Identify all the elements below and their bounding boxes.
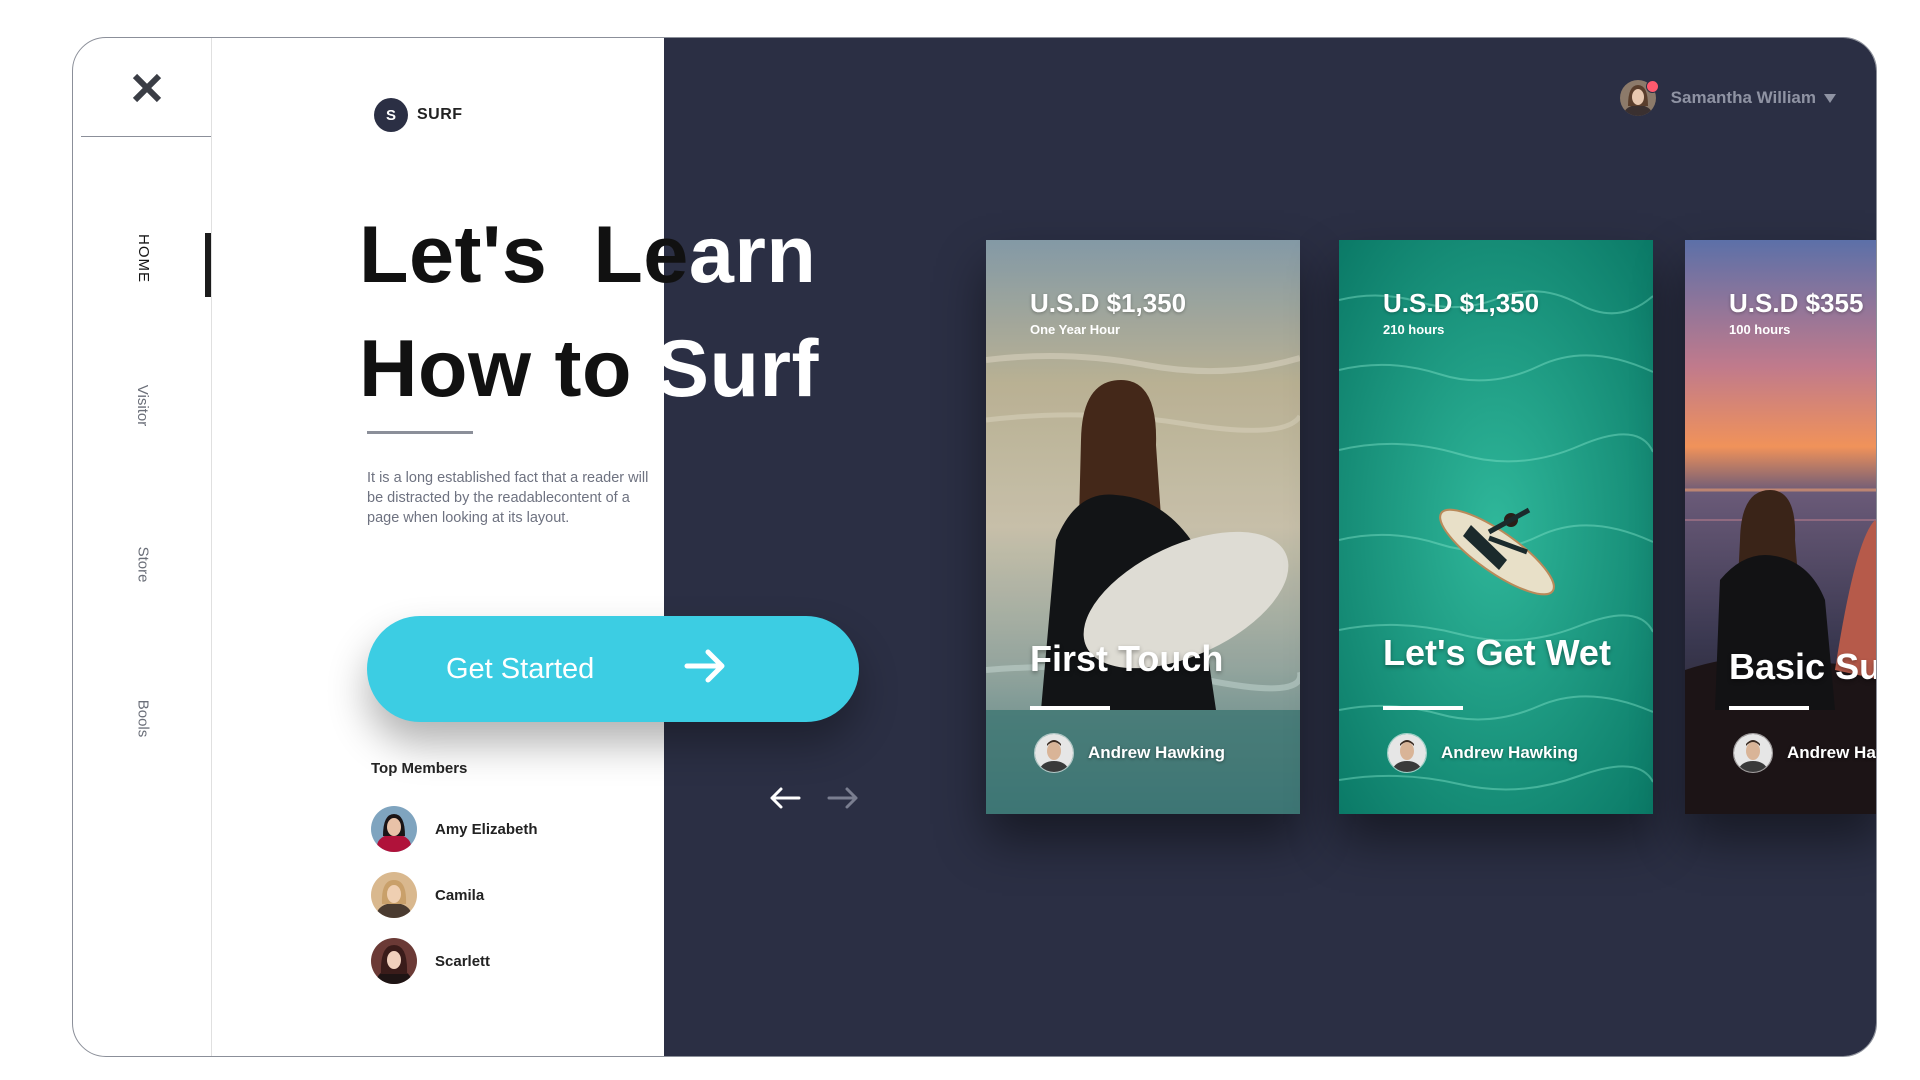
profile-name: Samantha William: [1670, 88, 1816, 107]
arrow-right-icon: [684, 649, 725, 683]
avatar: [371, 938, 417, 984]
close-icon[interactable]: [127, 68, 167, 108]
course-card[interactable]: U.S.D $1,350 One Year Hour First Touch A…: [986, 240, 1300, 814]
headline-part: arn: [688, 210, 817, 300]
user-profile-menu[interactable]: Samantha William: [1619, 80, 1836, 116]
member-item[interactable]: Scarlett: [371, 938, 490, 984]
headline-line-1: Let's Learn: [359, 198, 1059, 312]
headline-part: Let's Le: [359, 210, 689, 300]
sidebar-item-label: HOME: [134, 233, 152, 283]
sidebar-item-label: Store: [134, 546, 152, 582]
page-title: Let's Learn How to Surf: [359, 198, 1059, 426]
card-underline: [1729, 706, 1809, 710]
card-author[interactable]: Andrew Hawking: [1034, 733, 1225, 773]
sidebar: HOME Visitor Store Bools: [73, 38, 212, 1056]
headline-line-2: How to Surf: [359, 312, 1059, 426]
sidebar-item-visitor[interactable]: Visitor: [113, 345, 173, 465]
brand-logo[interactable]: S SURF: [374, 98, 463, 132]
member-item[interactable]: Amy Elizabeth: [371, 806, 538, 852]
card-author[interactable]: Andrew Haw: [1733, 733, 1876, 773]
course-card[interactable]: U.S.D $355 100 hours Basic Surf Andrew H…: [1685, 240, 1877, 814]
card-title: Basic Surf: [1729, 646, 1877, 687]
card-duration: 210 hours: [1383, 322, 1445, 337]
card-duration: One Year Hour: [1030, 322, 1121, 337]
card-underline: [1383, 706, 1463, 710]
course-card[interactable]: U.S.D $1,350 210 hours Let's Get Wet And…: [1339, 240, 1653, 814]
profile-avatar-wrap: [1619, 80, 1659, 116]
get-started-button[interactable]: Get Started: [367, 616, 859, 722]
get-started-label: Get Started: [446, 652, 595, 685]
title-underline: [367, 431, 473, 434]
member-item[interactable]: Camila: [371, 872, 484, 918]
app-frame: HOME Visitor Store Bools S SURF Let's Le…: [72, 37, 1877, 1057]
sidebar-divider: [81, 136, 211, 137]
card-price: U.S.D $1,350: [1030, 288, 1187, 318]
card-price: U.S.D $1,350: [1383, 288, 1540, 318]
nav-active-indicator: [205, 233, 211, 297]
headline-part: How to: [359, 324, 655, 414]
brand-mark: S: [374, 98, 408, 132]
card-title: Let's Get Wet: [1383, 632, 1611, 673]
sidebar-item-store[interactable]: Store: [113, 504, 173, 624]
card-duration: 100 hours: [1729, 322, 1791, 337]
arrow-right-icon[interactable]: [823, 783, 863, 813]
avatar: [371, 872, 417, 918]
card-author-name: Andrew Hawking: [1441, 743, 1578, 762]
card-author[interactable]: Andrew Hawking: [1387, 733, 1578, 773]
caret-down-icon: [1824, 93, 1836, 103]
card-author-name: Andrew Haw: [1787, 743, 1876, 762]
member-name: Camila: [435, 886, 485, 904]
sidebar-item-home[interactable]: HOME: [113, 198, 173, 318]
hero-description: It is a long established fact that a rea…: [367, 470, 649, 526]
member-name: Scarlett: [435, 952, 491, 970]
sidebar-item-bools[interactable]: Bools: [113, 658, 173, 778]
brand-name: SURF: [417, 106, 463, 123]
card-author-name: Andrew Hawking: [1088, 743, 1225, 762]
arrow-left-icon[interactable]: [765, 783, 805, 813]
avatar: [1733, 733, 1773, 773]
card-title: First Touch: [1030, 638, 1224, 679]
member-name: Amy Elizabeth: [435, 820, 538, 838]
notification-dot: [1645, 80, 1659, 93]
sidebar-item-label: Visitor: [134, 384, 152, 426]
sidebar-item-label: Bools: [134, 699, 152, 737]
avatar: [1387, 733, 1427, 773]
card-underline: [1030, 706, 1110, 710]
avatar: [371, 806, 417, 852]
headline-part: Surf: [654, 324, 819, 414]
top-members-title: Top Members: [371, 760, 468, 777]
avatar: [1034, 733, 1074, 773]
card-price: U.S.D $355: [1729, 288, 1864, 318]
